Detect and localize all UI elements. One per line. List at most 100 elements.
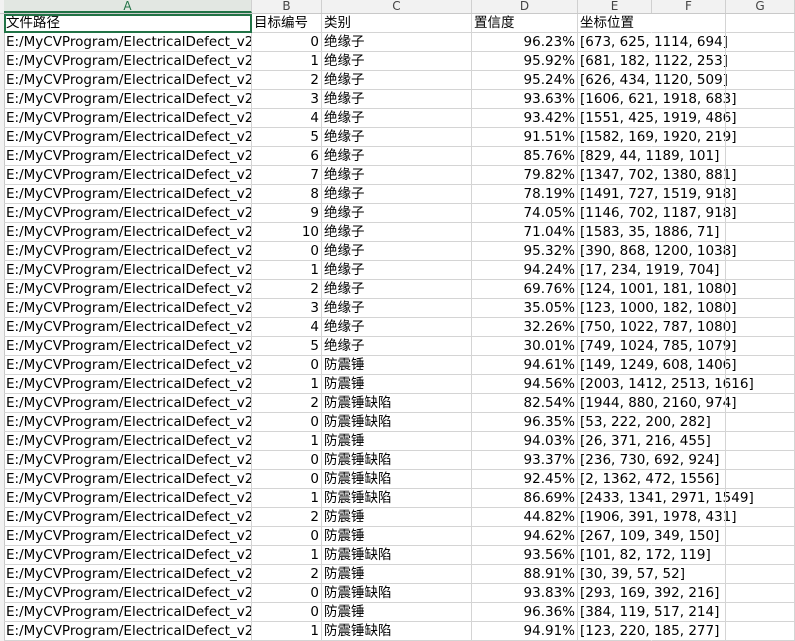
cell-g[interactable] bbox=[726, 584, 795, 603]
bbox-cell[interactable]: [681, 182, 1122, 253] bbox=[578, 52, 728, 71]
table-row[interactable]: E:/MyCVProgram/ElectricalDefect_v26 4 绝缘子 9… bbox=[4, 109, 795, 128]
confidence-cell[interactable]: 94.03% bbox=[472, 432, 578, 451]
cell-g[interactable] bbox=[726, 356, 795, 375]
path-cell[interactable]: E:/MyCVProgram/ElectricalDefect_v26 bbox=[4, 109, 252, 128]
table-row[interactable]: E:/MyCVProgram/ElectricalDefect_v26 7 绝缘子 7… bbox=[4, 166, 795, 185]
target-id-cell[interactable]: 9 bbox=[252, 204, 322, 223]
table-row[interactable]: E:/MyCVProgram/ElectricalDefect_v26 1 绝缘子 9… bbox=[4, 52, 795, 71]
confidence-header-cell[interactable]: 置信度 bbox=[472, 14, 578, 33]
table-row[interactable]: E:/MyCVProgram/ElectricalDefect_v26 1 绝缘子 9… bbox=[4, 261, 795, 280]
target-id-cell[interactable]: 2 bbox=[252, 71, 322, 90]
table-row[interactable]: E:/MyCVProgram/ElectricalDefect_v26 3 绝缘子 3… bbox=[4, 299, 795, 318]
cell-f[interactable] bbox=[652, 489, 726, 508]
confidence-cell[interactable]: 93.56% bbox=[472, 546, 578, 565]
cell-f[interactable] bbox=[652, 109, 726, 128]
path-cell[interactable]: E:/MyCVProgram/ElectricalDefect_v26 bbox=[4, 71, 252, 90]
target-id-cell[interactable]: 8 bbox=[252, 185, 322, 204]
bbox-cell[interactable]: [384, 119, 517, 214] bbox=[578, 603, 719, 622]
table-row[interactable]: E:/MyCVProgram/ElectricalDefect_v26 5 绝缘子 9… bbox=[4, 128, 795, 147]
cell-g[interactable] bbox=[726, 280, 795, 299]
cell-g[interactable] bbox=[726, 223, 795, 242]
cell-f[interactable] bbox=[652, 508, 726, 527]
cell-f[interactable] bbox=[652, 584, 726, 603]
table-row[interactable]: E:/MyCVProgram/ElectricalDefect_v26 2 防震锤缺… bbox=[4, 394, 795, 413]
confidence-cell[interactable]: 79.82% bbox=[472, 166, 578, 185]
cell-g[interactable] bbox=[726, 90, 795, 109]
target-id-cell[interactable]: 1 bbox=[252, 375, 322, 394]
cell-g[interactable] bbox=[726, 242, 795, 261]
path-cell[interactable]: E:/MyCVProgram/ElectricalDefect_v26 bbox=[4, 204, 252, 223]
cell-f-header-cell[interactable] bbox=[652, 14, 726, 33]
target-id-cell[interactable]: 2 bbox=[252, 280, 322, 299]
table-row[interactable]: E:/MyCVProgram/ElectricalDefect_v26 5 绝缘子 3… bbox=[4, 337, 795, 356]
cell-f[interactable] bbox=[652, 527, 726, 546]
category-cell[interactable]: 绝缘子 bbox=[322, 318, 472, 337]
bbox-cell[interactable]: [1551, 425, 1919, 486] bbox=[578, 109, 737, 128]
target-id-cell[interactable]: 5 bbox=[252, 337, 322, 356]
category-cell[interactable]: 防震锤 bbox=[322, 375, 472, 394]
path-cell[interactable]: E:/MyCVProgram/ElectricalDefect_v26 bbox=[4, 622, 252, 641]
path-cell[interactable]: E:/MyCVProgram/ElectricalDefect_v26 bbox=[4, 356, 252, 375]
cell-g[interactable] bbox=[726, 432, 795, 451]
target-id-cell[interactable]: 0 bbox=[252, 413, 322, 432]
cell-f[interactable] bbox=[652, 356, 726, 375]
header-row[interactable]: 文件路径 目标编号 类别 置信度 坐标位置 bbox=[4, 14, 795, 33]
cell-f[interactable] bbox=[652, 185, 726, 204]
cell-g[interactable] bbox=[726, 52, 795, 71]
category-cell[interactable]: 防震锤 bbox=[322, 356, 472, 375]
category-cell[interactable]: 绝缘子 bbox=[322, 33, 472, 52]
bbox-cell[interactable]: [149, 1249, 608, 1406] bbox=[578, 356, 737, 375]
table-row[interactable]: E:/MyCVProgram/ElectricalDefect_v26 9 绝缘子 7… bbox=[4, 204, 795, 223]
category-cell[interactable]: 绝缘子 bbox=[322, 166, 472, 185]
bbox-cell[interactable]: [2003, 1412, 2513, 1616] bbox=[578, 375, 754, 394]
table-row[interactable]: E:/MyCVProgram/ElectricalDefect_v26 2 绝缘子 9… bbox=[4, 71, 795, 90]
path-cell[interactable]: E:/MyCVProgram/ElectricalDefect_v26 bbox=[4, 166, 252, 185]
bbox-cell[interactable]: [2, 1362, 472, 1556] bbox=[578, 470, 719, 489]
cell-f[interactable] bbox=[652, 223, 726, 242]
table-row[interactable]: E:/MyCVProgram/ElectricalDefect_v26 0 防震锤缺… bbox=[4, 470, 795, 489]
cell-f[interactable] bbox=[652, 261, 726, 280]
target-id-cell[interactable]: 1 bbox=[252, 261, 322, 280]
bbox-cell[interactable]: [1583, 35, 1886, 71] bbox=[578, 223, 719, 242]
cell-g[interactable] bbox=[726, 318, 795, 337]
category-cell[interactable]: 防震锤 bbox=[322, 603, 472, 622]
target-id-cell[interactable]: 0 bbox=[252, 584, 322, 603]
path-cell[interactable]: E:/MyCVProgram/ElectricalDefect_v26 bbox=[4, 223, 252, 242]
bbox-cell[interactable]: [749, 1024, 785, 1079] bbox=[578, 337, 737, 356]
cell-g[interactable] bbox=[726, 128, 795, 147]
cell-f[interactable] bbox=[652, 242, 726, 261]
cell-f[interactable] bbox=[652, 90, 726, 109]
cell-f[interactable] bbox=[652, 204, 726, 223]
cell-g[interactable] bbox=[726, 71, 795, 90]
target-id-header-cell[interactable]: 目标编号 bbox=[252, 14, 322, 33]
confidence-cell[interactable]: 85.76% bbox=[472, 147, 578, 166]
cell-f[interactable] bbox=[652, 33, 726, 52]
bbox-cell[interactable]: [2433, 1341, 2971, 1549] bbox=[578, 489, 754, 508]
cell-g[interactable] bbox=[726, 527, 795, 546]
path-cell[interactable]: E:/MyCVProgram/ElectricalDefect_v26 bbox=[4, 299, 252, 318]
path-cell[interactable]: E:/MyCVProgram/ElectricalDefect_v26 bbox=[4, 185, 252, 204]
bbox-cell[interactable]: [673, 625, 1114, 694] bbox=[578, 33, 728, 52]
target-id-cell[interactable]: 5 bbox=[252, 128, 322, 147]
category-cell[interactable]: 防震锤缺陷 bbox=[322, 584, 472, 603]
cell-g[interactable] bbox=[726, 394, 795, 413]
path-cell[interactable]: E:/MyCVProgram/ElectricalDefect_v26 bbox=[4, 565, 252, 584]
path-cell[interactable]: E:/MyCVProgram/ElectricalDefect_v26 bbox=[4, 33, 252, 52]
table-row[interactable]: E:/MyCVProgram/ElectricalDefect_v26 0 防震锤 9… bbox=[4, 356, 795, 375]
column-header-b[interactable]: B bbox=[252, 0, 322, 13]
confidence-cell[interactable]: 96.35% bbox=[472, 413, 578, 432]
category-cell[interactable]: 防震锤缺陷 bbox=[322, 489, 472, 508]
confidence-cell[interactable]: 78.19% bbox=[472, 185, 578, 204]
path-cell[interactable]: E:/MyCVProgram/ElectricalDefect_v26 bbox=[4, 261, 252, 280]
confidence-cell[interactable]: 95.92% bbox=[472, 52, 578, 71]
cell-g[interactable] bbox=[726, 546, 795, 565]
category-cell[interactable]: 防震锤 bbox=[322, 565, 472, 584]
confidence-cell[interactable]: 96.36% bbox=[472, 603, 578, 622]
path-cell[interactable]: E:/MyCVProgram/ElectricalDefect_v26 bbox=[4, 318, 252, 337]
cell-f[interactable] bbox=[652, 166, 726, 185]
category-cell[interactable]: 绝缘子 bbox=[322, 90, 472, 109]
path-cell[interactable]: E:/MyCVProgram/ElectricalDefect_v26 bbox=[4, 432, 252, 451]
bbox-cell[interactable]: [1347, 702, 1380, 881] bbox=[578, 166, 737, 185]
table-row[interactable]: E:/MyCVProgram/ElectricalDefect_v26 0 防震锤缺… bbox=[4, 413, 795, 432]
table-row[interactable]: E:/MyCVProgram/ElectricalDefect_v26 0 绝缘子 9… bbox=[4, 242, 795, 261]
